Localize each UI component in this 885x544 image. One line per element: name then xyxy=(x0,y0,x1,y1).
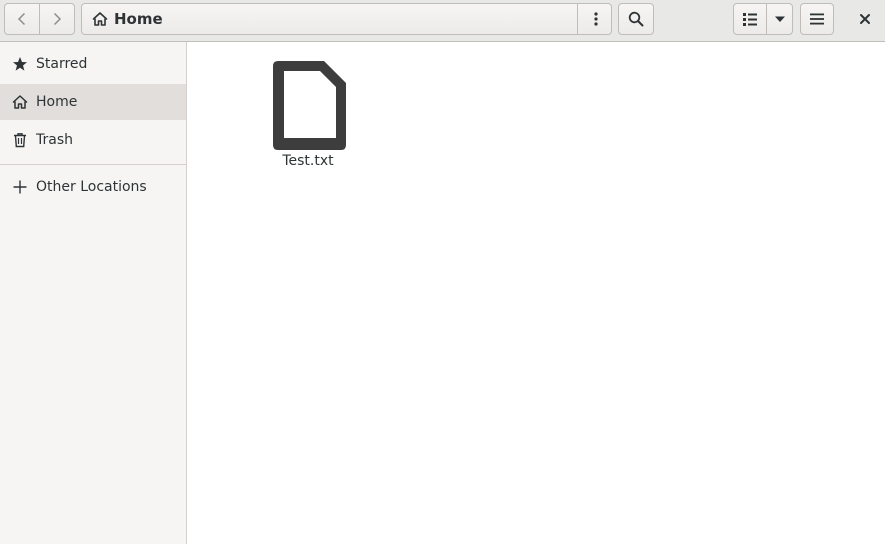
sidebar-item-label: Starred xyxy=(36,56,88,72)
forward-button[interactable] xyxy=(39,3,75,35)
close-window-button[interactable] xyxy=(848,3,882,35)
file-name: Test.txt xyxy=(282,153,334,169)
view-options-button[interactable] xyxy=(766,3,793,35)
sidebar-item-starred[interactable]: Starred xyxy=(0,46,186,82)
path-menu-button[interactable] xyxy=(577,3,613,35)
vertical-dots-icon xyxy=(593,12,598,26)
hamburger-icon xyxy=(810,13,824,25)
go-next-icon xyxy=(53,12,62,26)
plus-icon xyxy=(12,179,28,195)
path-bar: Home xyxy=(81,3,612,35)
trash-icon xyxy=(12,132,28,148)
file-view[interactable]: Test.txt xyxy=(187,42,885,544)
sidebar-item-label: Other Locations xyxy=(36,179,147,195)
sidebar-item-trash[interactable]: Trash xyxy=(0,122,186,158)
close-icon xyxy=(860,14,870,24)
sidebar-item-home[interactable]: Home xyxy=(0,84,186,120)
sidebar-item-label: Home xyxy=(36,94,78,110)
list-view-button[interactable] xyxy=(733,3,767,35)
sidebar-item-label: Trash xyxy=(36,132,73,148)
sidebar: Starred Home Trash Other Locations xyxy=(0,42,187,544)
dropdown-arrow-icon xyxy=(774,16,785,22)
path-home-label: Home xyxy=(114,10,163,28)
path-home-button[interactable]: Home xyxy=(82,4,163,34)
search-button[interactable] xyxy=(618,3,654,35)
back-button[interactable] xyxy=(4,3,40,35)
sidebar-separator xyxy=(0,164,186,165)
go-previous-icon xyxy=(17,12,26,26)
main-menu-button[interactable] xyxy=(800,3,834,35)
search-icon xyxy=(628,11,644,27)
home-icon xyxy=(12,94,28,110)
home-icon xyxy=(92,12,108,26)
list-view-icon xyxy=(743,13,757,26)
file-item[interactable]: Test.txt xyxy=(268,59,348,174)
sidebar-item-other-locations[interactable]: Other Locations xyxy=(0,169,186,205)
header-bar: Home xyxy=(0,0,885,42)
text-file-icon xyxy=(273,61,346,150)
star-icon xyxy=(12,56,28,72)
